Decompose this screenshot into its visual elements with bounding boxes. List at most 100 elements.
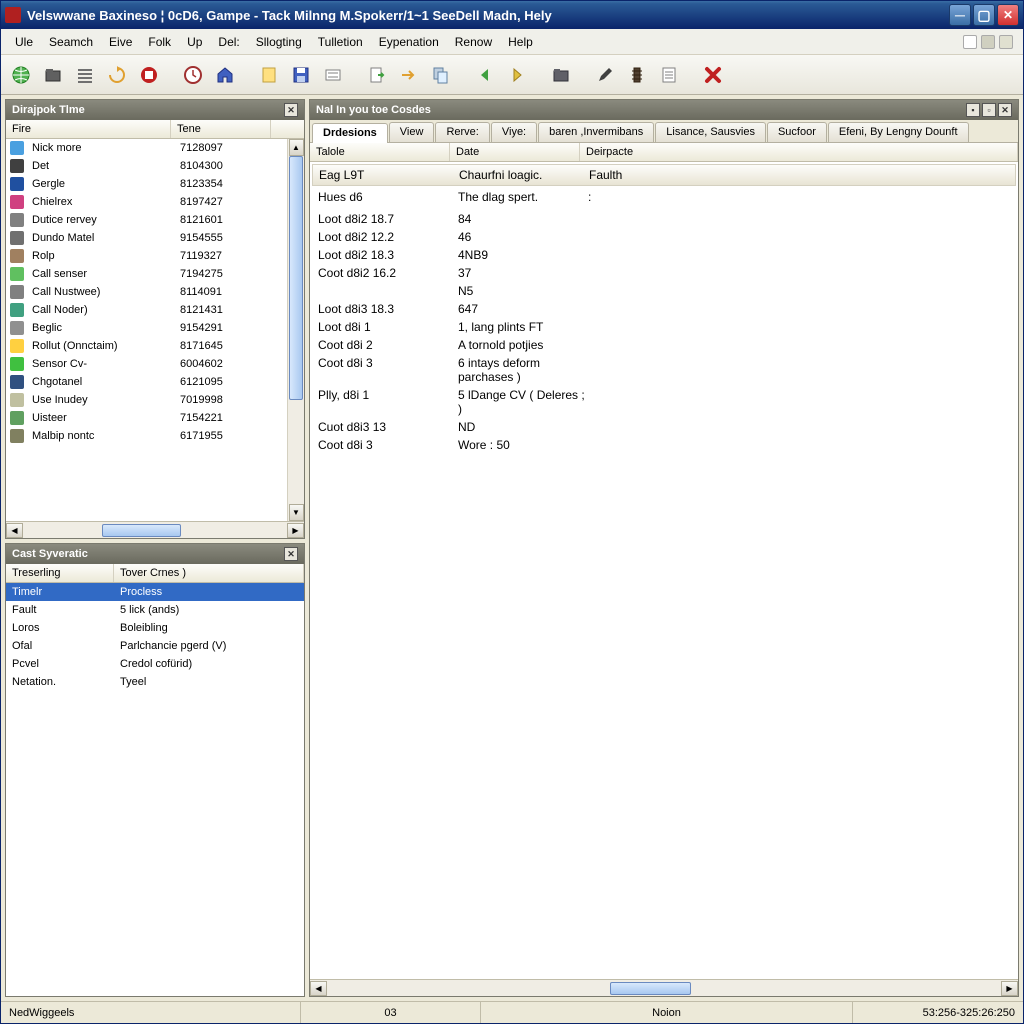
send-icon[interactable] [395,61,423,89]
tab[interactable]: Rerve: [435,122,489,142]
horizontal-scrollbar[interactable]: ◀ ▶ [6,521,304,538]
column-header[interactable]: Fire [6,120,171,138]
panel-max-icon[interactable]: ▫ [982,103,996,117]
settings-icon[interactable] [623,61,651,89]
detail-row[interactable]: Plly, d8i 15 lDange CV ( Deleres ; ) [318,386,1010,418]
column-header[interactable]: Date [450,143,580,161]
export-icon[interactable] [363,61,391,89]
panel-close-icon[interactable]: ✕ [284,103,298,117]
scroll-down-icon[interactable]: ▼ [289,504,304,521]
detail-row[interactable]: Hues d6The dlag spert.: [318,188,1010,206]
detail-row[interactable]: Eag L9TChaurfni loagic.Faulth [312,164,1016,186]
document-icon[interactable] [655,61,683,89]
home-icon[interactable] [211,61,239,89]
detail-row[interactable]: Cuot d8i3 13ND [318,418,1010,436]
table-row[interactable]: Use Inudey7019998 [6,391,304,409]
copy-icon[interactable] [427,61,455,89]
list-icon[interactable] [71,61,99,89]
table-row[interactable]: Chgotanel6121095 [6,373,304,391]
table-row[interactable]: Sensor Cv-6004602 [6,355,304,373]
table-row[interactable]: Malbip nontc6171955 [6,427,304,445]
tab[interactable]: Lisance, Sausvies [655,122,766,142]
tab[interactable]: Viye: [491,122,537,142]
detail-row[interactable]: Loot d8i 11, lang plints FT [318,318,1010,336]
table-row[interactable]: Call Noder)8121431 [6,301,304,319]
tab[interactable]: Sucfoor [767,122,827,142]
table-row[interactable]: Fault5 lick (ands) [6,601,304,619]
table-row[interactable]: OfalParlchancie pgerd (V) [6,637,304,655]
detail-body[interactable]: Eag L9TChaurfni loagic.Faulth Hues d6The … [310,162,1018,979]
menu-item[interactable]: Help [500,32,541,52]
table-row[interactable]: Beglic9154291 [6,319,304,337]
scroll-right-icon[interactable]: ▶ [1001,981,1018,996]
panel-close-icon[interactable]: ✕ [284,547,298,561]
form-icon[interactable] [319,61,347,89]
detail-row[interactable]: Coot d8i 3Wore : 50 [318,436,1010,454]
close-button[interactable]: ✕ [997,4,1019,26]
table-row[interactable]: TimelrProcless [6,583,304,601]
menu-item[interactable]: Seamch [41,32,101,52]
panel-min-icon[interactable]: ▪ [966,103,980,117]
detail-row[interactable]: Coot d8i2 16.237 [318,264,1010,282]
table-body[interactable]: Nick more7128097Det8104300Gergle8123354C… [6,139,304,521]
scroll-up-icon[interactable]: ▲ [289,139,304,156]
menu-item[interactable]: Eive [101,32,140,52]
horizontal-scrollbar[interactable]: ◀ ▶ [310,979,1018,996]
column-header[interactable]: Treserling [6,564,114,582]
scroll-right-icon[interactable]: ▶ [287,523,304,538]
edit-icon[interactable] [591,61,619,89]
delete-icon[interactable] [699,61,727,89]
folder-icon[interactable] [547,61,575,89]
table-row[interactable]: Netation.Tyeel [6,673,304,691]
stop-icon[interactable] [135,61,163,89]
detail-row[interactable]: Coot d8i 36 intays deform parchases ) [318,354,1010,386]
table-row[interactable]: Det8104300 [6,157,304,175]
table-row[interactable]: Dundo Matel9154555 [6,229,304,247]
table-row[interactable]: Dutice rervey8121601 [6,211,304,229]
column-header[interactable]: Deirpacte [580,143,1018,161]
help-icon[interactable] [999,35,1013,49]
column-header[interactable]: Tene [171,120,271,138]
menu-item[interactable]: Folk [140,32,179,52]
table-row[interactable]: LorosBoleibling [6,619,304,637]
scroll-left-icon[interactable]: ◀ [6,523,23,538]
tab[interactable]: baren ,Invermibans [538,122,654,142]
detail-row[interactable]: Loot d8i2 12.246 [318,228,1010,246]
tab[interactable]: Efeni, By Lengny Dounft [828,122,969,142]
table-row[interactable]: PcvelCredol cofürid) [6,655,304,673]
table-row[interactable]: Gergle8123354 [6,175,304,193]
panel-close-icon[interactable]: ✕ [998,103,1012,117]
detail-row[interactable]: Coot d8i 2A tornold potjies [318,336,1010,354]
detail-row[interactable]: Loot d8i3 18.3647 [318,300,1010,318]
gear-icon[interactable] [981,35,995,49]
table-row[interactable]: Call Nustwee)8114091 [6,283,304,301]
menu-item[interactable]: Tulletion [310,32,371,52]
tab[interactable]: View [389,122,435,142]
detail-row[interactable]: Loot d8i2 18.784 [318,210,1010,228]
globe-icon[interactable] [7,61,35,89]
new-file-icon[interactable] [255,61,283,89]
open-icon[interactable] [39,61,67,89]
maximize-button[interactable]: ▢ [973,4,995,26]
minimize-button[interactable]: ─ [949,4,971,26]
detail-row[interactable]: Loot d8i2 18.34NB9 [318,246,1010,264]
column-header[interactable]: Tover Crnes ) [114,564,304,582]
column-header[interactable]: Talole [310,143,450,161]
forward-icon[interactable] [503,61,531,89]
detail-row[interactable]: N5 [318,282,1010,300]
clock-icon[interactable] [179,61,207,89]
menu-item[interactable]: Up [179,32,210,52]
menu-item[interactable]: Ule [7,32,41,52]
refresh-icon[interactable] [103,61,131,89]
table-row[interactable]: Rollut (Onnctaim)8171645 [6,337,304,355]
menu-item[interactable]: Eypenation [371,32,447,52]
tab[interactable]: Drdesions [312,123,388,143]
table-row[interactable]: Call senser7194275 [6,265,304,283]
table-row[interactable]: Rolp7119327 [6,247,304,265]
table-row[interactable]: Chielrex8197427 [6,193,304,211]
menu-item[interactable]: Renow [447,32,500,52]
save-icon[interactable] [287,61,315,89]
table-body[interactable]: TimelrProclessFault5 lick (ands)LorosBol… [6,583,304,996]
table-row[interactable]: Nick more7128097 [6,139,304,157]
back-icon[interactable] [471,61,499,89]
